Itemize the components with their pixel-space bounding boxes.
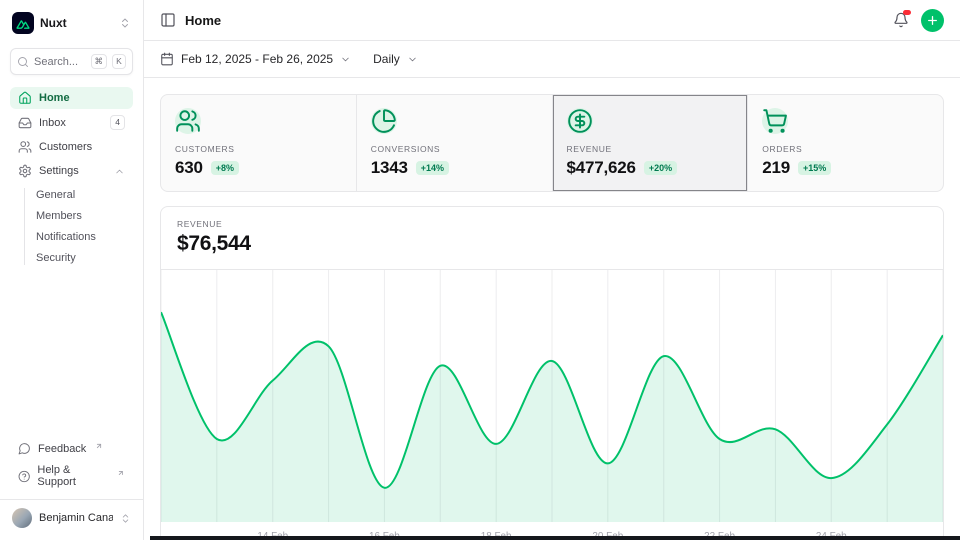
revenue-chart-svg: 14 Feb16 Feb18 Feb20 Feb22 Feb24 Feb [161,270,943,540]
content: Customers 630 +8% Conversions 1343 +14% [144,78,960,540]
notifications-button[interactable] [893,12,909,28]
user-name: Benjamin Canac [39,512,113,524]
stat-revenue[interactable]: Revenue $477,626 +20% [553,95,749,191]
nuxt-logo [12,12,34,34]
stat-delta-badge: +20% [644,161,677,175]
period-value: Daily [373,52,400,66]
add-button[interactable] [921,9,944,32]
revenue-chart[interactable]: 14 Feb16 Feb18 Feb20 Feb22 Feb24 Feb [161,270,943,540]
stat-value: $477,626 [567,158,636,178]
workspace-switcher[interactable]: Nuxt [10,10,133,36]
sub-item-label: Notifications [36,231,96,243]
stat-value: 219 [762,158,790,178]
help-circle-icon [18,470,30,483]
chevrons-up-down-icon [119,17,131,29]
users-icon [18,140,32,154]
chart-title: Revenue [177,219,927,229]
panel-left-icon[interactable] [160,12,176,28]
user-menu[interactable]: Benjamin Canac [0,499,143,536]
sidebar-item-label: Customers [39,141,92,153]
chart-header: Revenue $76,544 [161,207,943,270]
bottom-edge [150,536,960,540]
stat-delta-badge: +15% [798,161,831,175]
stat-customers[interactable]: Customers 630 +8% [161,95,357,191]
external-link-icon [117,469,125,477]
page-title: Home [185,13,221,28]
search-placeholder: Search... [34,56,86,68]
main-area: Home Feb 12, 2025 - Feb 26, 2025 [144,0,960,540]
dollar-circle-icon [567,108,593,134]
kbd-k: K [112,54,126,69]
sub-item-label: Members [36,210,82,222]
sidebar-item-security[interactable]: Security [24,248,133,268]
feedback-label: Feedback [38,443,86,455]
sidebar: Nuxt Search... ⌘ K Home [0,0,144,540]
sidebar-item-label: Home [39,92,70,104]
stat-delta-badge: +8% [211,161,239,175]
avatar [12,508,32,528]
message-circle-icon [18,442,31,455]
chart-pie-icon [371,108,397,134]
stat-value: 630 [175,158,203,178]
external-link-icon [95,442,103,450]
inbox-icon [18,116,32,130]
date-range-value: Feb 12, 2025 - Feb 26, 2025 [181,52,333,66]
settings-subnav: General Members Notifications Security [24,185,133,268]
sidebar-item-notifications[interactable]: Notifications [24,227,133,247]
users-icon [175,108,201,134]
search-input[interactable]: Search... ⌘ K [10,48,133,75]
gear-icon [18,164,32,178]
page-header: Home [144,0,960,41]
home-icon [18,91,32,105]
revenue-chart-card: Revenue $76,544 14 Feb16 Feb18 Feb20 Feb… [160,206,944,540]
sidebar-item-label: Settings [39,165,79,177]
search-icon [17,56,29,68]
workspace-name: Nuxt [40,16,113,30]
chart-total-value: $76,544 [177,232,927,256]
stat-label: Orders [762,144,929,154]
filters-toolbar: Feb 12, 2025 - Feb 26, 2025 Daily [144,41,960,78]
stat-value: 1343 [371,158,408,178]
sidebar-item-members[interactable]: Members [24,206,133,226]
help-support-label: Help & Support [37,464,108,488]
calendar-icon [160,52,174,66]
sidebar-item-home[interactable]: Home [10,87,133,109]
nuxt-logo-glyph [16,18,30,29]
sidebar-item-customers[interactable]: Customers [10,136,133,158]
stat-label: Conversions [371,144,538,154]
sub-item-label: Security [36,252,76,264]
header-actions [893,9,944,32]
cart-icon [762,108,788,134]
plus-icon [926,14,939,27]
dashboard-app: Nuxt Search... ⌘ K Home [0,0,960,540]
sub-item-label: General [36,189,75,201]
stat-conversions[interactable]: Conversions 1343 +14% [357,95,553,191]
period-select[interactable]: Daily [373,52,418,66]
inbox-count-badge: 4 [110,115,125,130]
stat-orders[interactable]: Orders 219 +15% [748,95,943,191]
kbd-cmd: ⌘ [91,54,108,69]
chevrons-up-down-icon [120,513,131,524]
chevron-up-icon [114,166,125,177]
sidebar-item-settings[interactable]: Settings [10,160,133,182]
stat-delta-badge: +14% [416,161,449,175]
chevron-down-icon [340,54,351,65]
notification-dot [903,10,911,15]
sidebar-item-inbox[interactable]: Inbox 4 [10,111,133,134]
sidebar-item-label: Inbox [39,117,66,129]
stat-label: Revenue [567,144,734,154]
sidebar-nav: Home Inbox 4 Customers Settings [10,87,133,268]
feedback-link[interactable]: Feedback [10,438,133,459]
help-support-link[interactable]: Help & Support [10,460,133,492]
date-range-picker[interactable]: Feb 12, 2025 - Feb 26, 2025 [160,52,351,66]
sidebar-item-general[interactable]: General [24,185,133,205]
stat-label: Customers [175,144,342,154]
sidebar-footer: Feedback Help & Support Benjamin Canac [10,438,133,540]
stats-row: Customers 630 +8% Conversions 1343 +14% [160,94,944,192]
chevron-down-icon [407,54,418,65]
